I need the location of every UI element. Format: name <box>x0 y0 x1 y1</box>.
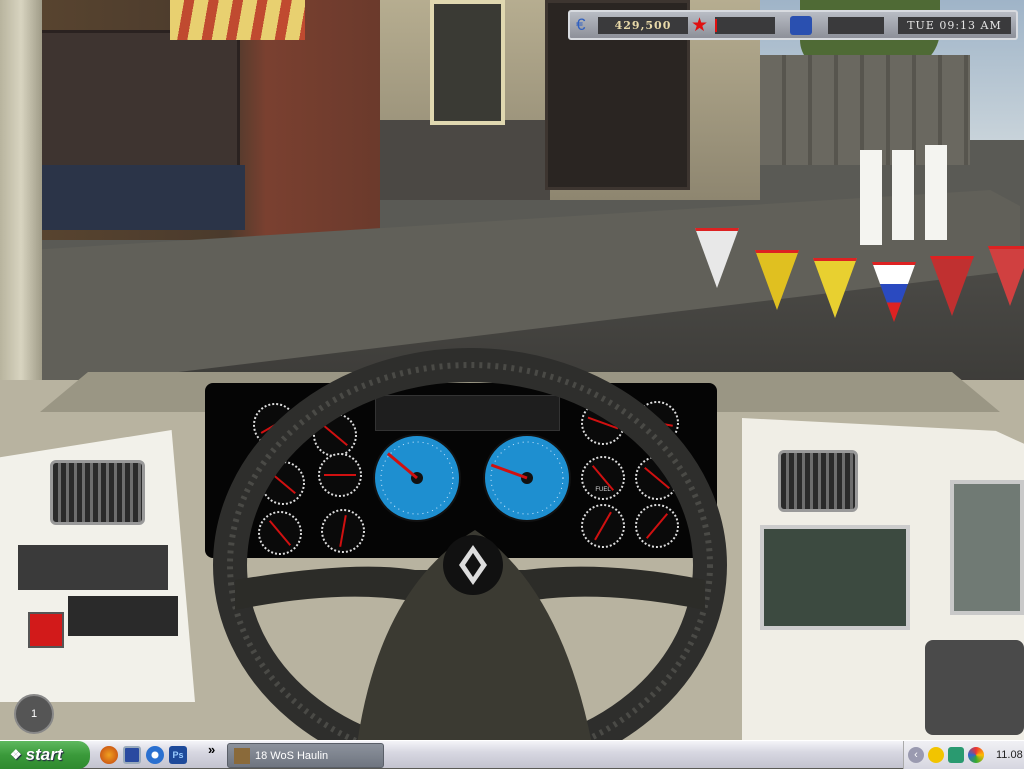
quick-launch-overflow[interactable]: » <box>208 742 215 757</box>
yahoo-messenger-icon[interactable] <box>928 747 944 763</box>
shop-counter <box>25 165 245 230</box>
bollard <box>892 150 914 240</box>
truck-icon <box>790 16 812 35</box>
google-desktop-icon[interactable] <box>968 747 984 763</box>
bollard <box>860 150 882 245</box>
photoshop-icon[interactable]: Ps <box>169 746 187 764</box>
cargo-display <box>828 17 884 34</box>
gear-knob-panel <box>925 640 1024 735</box>
tray-clock: 11.08 <box>996 749 1023 761</box>
money-display: 429,500 <box>598 17 688 34</box>
damage-bar <box>715 17 775 34</box>
show-desktop-icon[interactable] <box>123 746 141 764</box>
start-button[interactable]: ❖ start <box>0 741 90 769</box>
radio-slot <box>18 545 168 590</box>
star-icon: ★ <box>691 15 709 36</box>
air-vent <box>778 450 858 512</box>
media-player-icon[interactable] <box>146 746 164 764</box>
air-vent <box>50 460 145 525</box>
hazard-button <box>28 612 64 648</box>
game-icon <box>234 747 250 764</box>
awning <box>170 0 305 40</box>
euro-icon: € <box>576 15 586 34</box>
building-window <box>430 0 505 125</box>
damage-bar-fill <box>715 19 717 32</box>
side-screen <box>950 480 1024 615</box>
start-label: start <box>25 745 63 764</box>
control-panel <box>760 525 910 630</box>
taskbar: ❖ start Ps » 18 WoS Haulin ‹ 11.08 <box>0 740 1024 769</box>
renault-logo-icon <box>443 535 503 595</box>
taskbar-button-18wos[interactable]: 18 WoS Haulin <box>227 743 384 768</box>
game-clock: TUE 09:13 AM <box>898 17 1011 34</box>
system-tray: ‹ 11.08 <box>903 741 1024 769</box>
windows-logo-icon: ❖ <box>10 747 22 762</box>
firefox-icon[interactable] <box>100 746 118 764</box>
game-viewport[interactable]: FUEL 1 <box>0 0 1024 740</box>
steering-wheel[interactable] <box>205 340 745 740</box>
tray-expand-icon[interactable]: ‹ <box>908 747 924 763</box>
gear-indicator: 1 <box>14 694 54 734</box>
bollard <box>925 145 947 240</box>
task-label: 18 WoS Haulin <box>255 749 329 762</box>
switch-panel <box>68 596 178 636</box>
a-pillar <box>0 0 42 400</box>
network-icon[interactable] <box>948 747 964 763</box>
hud-bar: € 429,500 ★ TUE 09:13 AM <box>568 10 1018 40</box>
stone-base <box>380 120 550 200</box>
